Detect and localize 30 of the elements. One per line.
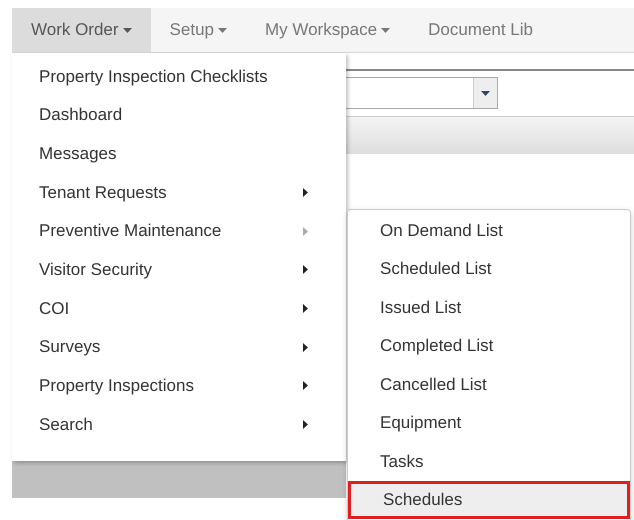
submenu-item[interactable]: Issued List <box>348 288 630 326</box>
menu-item[interactable]: Surveys <box>12 328 346 366</box>
submenu-item[interactable]: Completed List <box>348 326 630 365</box>
menu-item[interactable]: Dashboard <box>12 96 346 134</box>
menu-item[interactable]: Search <box>12 405 346 444</box>
menu-item[interactable]: Messages <box>12 134 346 174</box>
arrow-icon <box>303 265 308 274</box>
arrow-icon <box>303 420 308 430</box>
arrow-icon <box>303 304 308 313</box>
submenu-item[interactable]: Tasks <box>348 442 630 480</box>
menu-item[interactable]: Preventive Maintenance <box>12 212 346 250</box>
nav-menu[interactable]: Setup <box>150 8 246 52</box>
menu-item[interactable]: Visitor Security <box>12 250 346 290</box>
menu-item[interactable]: Property Inspections <box>12 366 346 406</box>
arrow-icon <box>303 188 308 197</box>
submenu-item[interactable]: Schedules <box>348 480 630 519</box>
arrow-icon <box>303 381 308 390</box>
nav-menu[interactable]: Document Lib <box>409 8 552 52</box>
menu-item[interactable]: Tenant Requests <box>12 173 346 212</box>
menu-item[interactable]: COI <box>12 289 346 328</box>
submenu-item[interactable]: On Demand List <box>348 211 630 250</box>
submenu-item[interactable]: Cancelled List <box>348 365 630 404</box>
nav-menu[interactable]: My Workspace <box>246 8 410 52</box>
arrow-icon <box>303 342 308 352</box>
caret-icon <box>481 90 490 96</box>
submenu-item[interactable]: Equipment <box>348 404 630 442</box>
nav-menu[interactable]: Work Order <box>12 8 151 52</box>
arrow-icon <box>303 226 308 236</box>
menu-item[interactable]: Property Inspection Checklists <box>12 57 346 96</box>
submenu-item[interactable]: Scheduled List <box>348 250 630 288</box>
